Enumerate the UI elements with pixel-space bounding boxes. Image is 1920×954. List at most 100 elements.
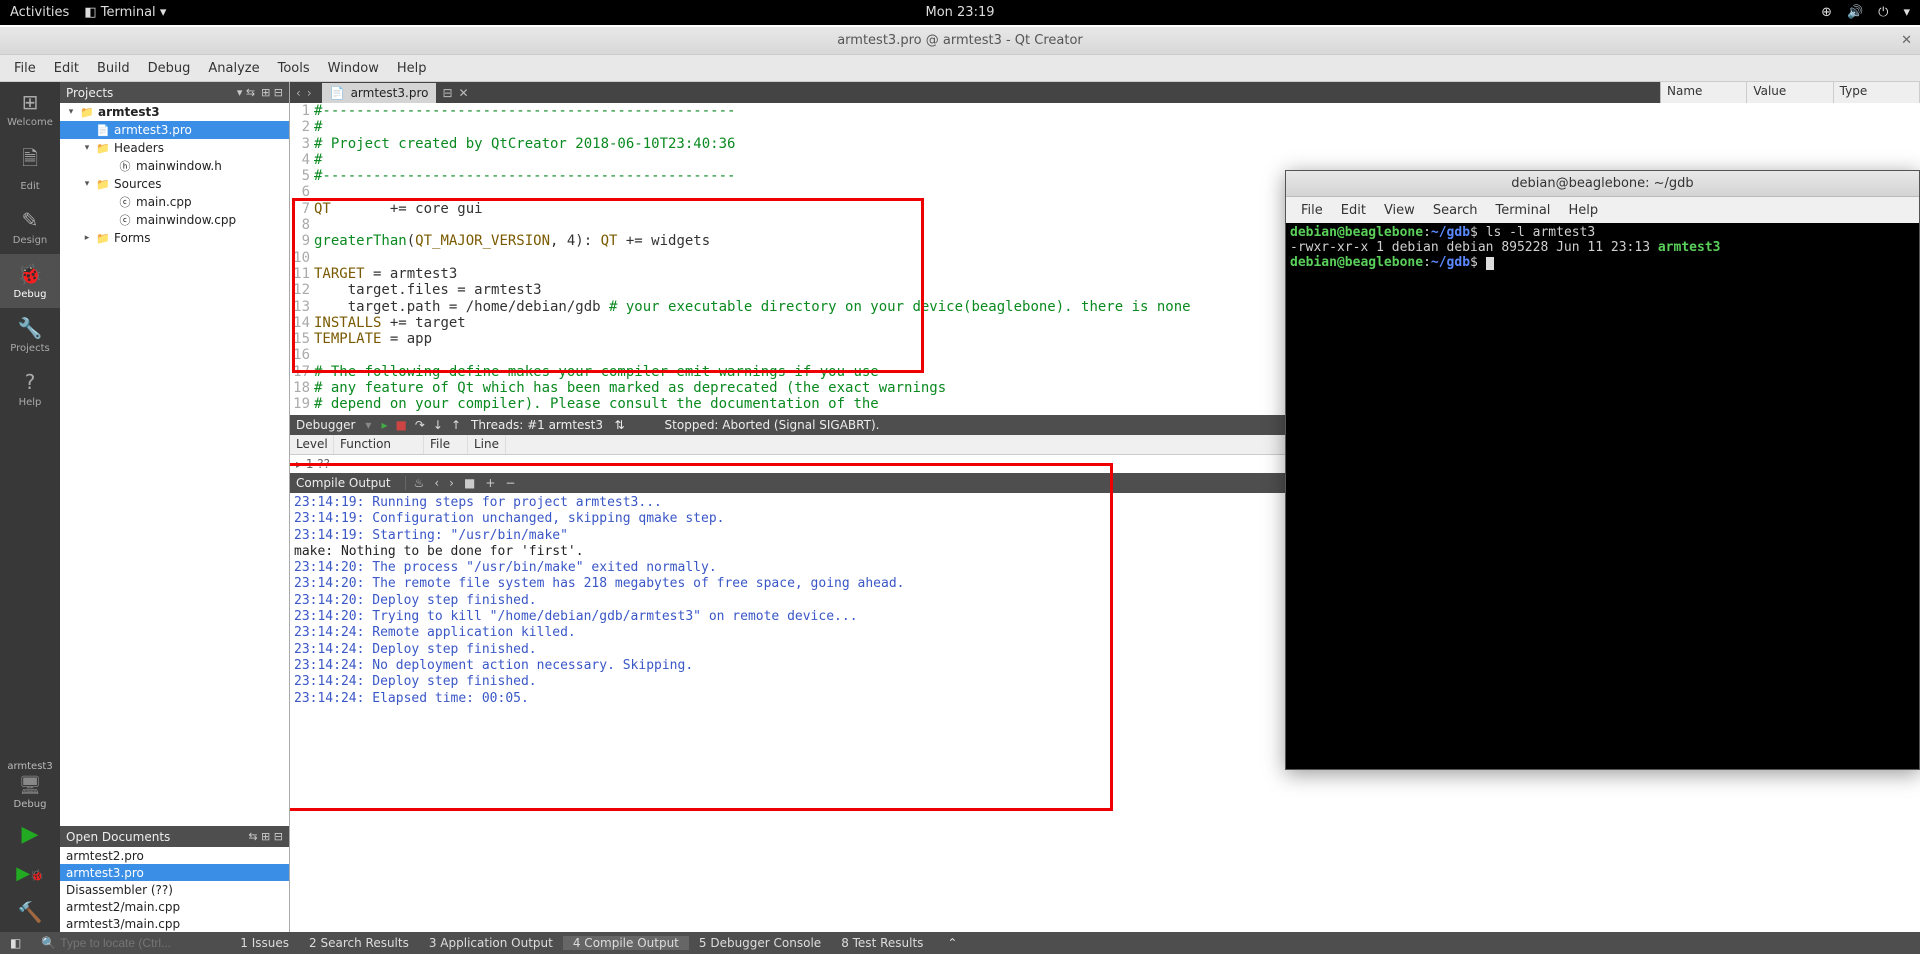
sync-icon[interactable]: ⊞ ⊟ [261, 86, 283, 99]
debug-run-button[interactable]: ▶🐞 [0, 855, 60, 892]
mode-welcome[interactable]: ⊞Welcome [0, 82, 60, 136]
locals-col: Type [1834, 82, 1920, 103]
terminal-window: debian@beaglebone: ~/gdb FileEditViewSea… [1285, 170, 1920, 770]
stack-col: Level [290, 435, 334, 454]
output-tab[interactable]: 1 Issues [230, 936, 299, 950]
mode-edit[interactable]: 🗎Edit [0, 136, 60, 200]
nav-back-icon[interactable]: ‹ [296, 86, 301, 100]
bottom-status-bar: ◧ 🔍 1 Issues2 Search Results3 Applicatio… [0, 932, 1920, 954]
mode-design[interactable]: ✎Design [0, 200, 60, 254]
terminal-titlebar: debian@beaglebone: ~/gdb [1286, 171, 1919, 197]
stack-col: File [424, 435, 468, 454]
menu-tools[interactable]: Tools [269, 61, 319, 76]
close-document-icon[interactable]: ✕ [459, 86, 469, 100]
output-chevron-icon[interactable]: ⌃ [937, 936, 967, 950]
menubar: FileEditBuildDebugAnalyzeToolsWindowHelp [0, 55, 1920, 82]
menu-window[interactable]: Window [319, 61, 388, 76]
project-tree[interactable]: ▾📁armtest3📄armtest3.pro▾📁Headersⓗmainwin… [60, 103, 289, 247]
menu-help[interactable]: Help [388, 61, 436, 76]
locate-input[interactable] [60, 936, 220, 950]
term-menu-edit[interactable]: Edit [1332, 203, 1375, 218]
thread-selector[interactable]: Threads: #1 armtest3 ⇅ [471, 418, 625, 432]
opendoc-item[interactable]: armtest3.pro [60, 864, 289, 881]
locate-input-wrap[interactable]: 🔍 [31, 936, 230, 950]
opendoc-item[interactable]: armtest2/main.cpp [60, 898, 289, 915]
build-button[interactable]: 🔨 [0, 892, 60, 932]
mode-projects[interactable]: 🔧Projects [0, 308, 60, 362]
tree-item[interactable]: ▸📁Forms [60, 229, 289, 247]
nav-fwd-icon[interactable]: › [307, 86, 312, 100]
stop-build-icon[interactable]: ■ [464, 476, 475, 490]
dbg-continue-icon[interactable]: ▸ [381, 418, 387, 432]
term-menu-view[interactable]: View [1375, 203, 1424, 218]
run-button[interactable]: ▶ [0, 814, 60, 855]
menu-edit[interactable]: Edit [45, 61, 88, 76]
sidebar-toggle-icon[interactable]: ◧ [0, 936, 31, 950]
kit-selector[interactable]: armtest3 🖥 Debug [0, 757, 60, 814]
prev-icon[interactable]: ‹ [434, 476, 439, 490]
output-tab[interactable]: 5 Debugger Console [689, 936, 831, 950]
locals-col: Value [1747, 82, 1833, 103]
debugger-status: Stopped: Aborted (Signal SIGABRT). [665, 418, 880, 432]
zoom-out-icon[interactable]: − [505, 476, 515, 490]
dbg-stop-icon[interactable]: ■ [395, 418, 406, 432]
tree-item[interactable]: ▾📁Sources [60, 175, 289, 193]
output-tab[interactable]: 4 Compile Output [563, 936, 689, 950]
split-icon[interactable]: ⊟ [442, 86, 452, 100]
debugger-label: Debugger [296, 418, 355, 432]
menu-file[interactable]: File [5, 61, 45, 76]
zoom-in-icon[interactable]: + [485, 476, 495, 490]
activities-button[interactable]: Activities [10, 5, 69, 20]
network-icon[interactable]: ⊕ [1821, 5, 1832, 20]
output-tab[interactable]: 8 Test Results [831, 936, 933, 950]
mode-debug[interactable]: 🐞Debug [0, 254, 60, 308]
locals-header: NameValueType [1660, 82, 1920, 103]
dbg-step-out-icon[interactable]: ↑ [451, 418, 461, 432]
terminal-body[interactable]: debian@beaglebone:~/gdb$ ls -l armtest3 … [1286, 223, 1919, 272]
opendoc-item[interactable]: armtest2.pro [60, 847, 289, 864]
system-menu-chevron-icon[interactable]: ▾ [1903, 5, 1910, 20]
editor-tab-label: armtest3.pro [351, 86, 429, 100]
dbg-step-into-icon[interactable]: ↓ [433, 418, 443, 432]
term-menu-help[interactable]: Help [1559, 203, 1607, 218]
tree-item[interactable]: ▾📁armtest3 [60, 103, 289, 121]
menu-analyze[interactable]: Analyze [199, 61, 268, 76]
left-sidebar: Projects ▾ ⇆ ⊞ ⊟ ▾📁armtest3📄armtest3.pro… [60, 82, 290, 932]
current-app[interactable]: ◧ Terminal ▾ [84, 5, 166, 20]
tree-item[interactable]: ▾📁Headers [60, 139, 289, 157]
power-icon[interactable]: ⏻ [1878, 5, 1888, 20]
menu-debug[interactable]: Debug [139, 61, 200, 76]
menu-build[interactable]: Build [88, 61, 139, 76]
output-tab[interactable]: 3 Application Output [419, 936, 563, 950]
next-icon[interactable]: › [449, 476, 454, 490]
window-title: armtest3.pro @ armtest3 - Qt Creator [837, 33, 1083, 48]
output-tab[interactable]: 2 Search Results [299, 936, 419, 950]
mode-bar: ⊞Welcome🗎Edit✎Design🐞Debug🔧Projects?Help… [0, 82, 60, 932]
term-menu-search[interactable]: Search [1424, 203, 1487, 218]
dbg-step-over-icon[interactable]: ↷ [415, 418, 425, 432]
window-close-icon[interactable]: ✕ [1901, 33, 1912, 48]
gnome-top-bar: Activities ◧ Terminal ▾ Mon 23:19 ⊕ 🔊 ⏻ … [0, 0, 1920, 25]
tree-item[interactable]: ⓗmainwindow.h [60, 157, 289, 175]
filter-icon[interactable]: ▾ ⇆ [237, 86, 255, 99]
window-titlebar: armtest3.pro @ armtest3 - Qt Creator ✕ [0, 27, 1920, 55]
open-documents-list[interactable]: armtest2.proarmtest3.proDisassembler (??… [60, 847, 289, 932]
mode-help[interactable]: ?Help [0, 362, 60, 416]
opendocs-tools-icon[interactable]: ⇆ ⊞ ⊟ [248, 830, 283, 843]
tree-item[interactable]: ⓒmain.cpp [60, 193, 289, 211]
monitor-icon: 🖥 [19, 775, 42, 796]
locals-col: Name [1661, 82, 1747, 103]
opendocs-header: Open Documents ⇆ ⊞ ⊟ [60, 826, 289, 847]
editor-tab[interactable]: 📄 armtest3.pro [322, 83, 437, 103]
filter-output-icon[interactable]: ♨ [414, 476, 425, 490]
terminal-cursor [1486, 257, 1494, 270]
clock[interactable]: Mon 23:19 [925, 5, 994, 20]
term-menu-file[interactable]: File [1292, 203, 1332, 218]
opendoc-item[interactable]: armtest3/main.cpp [60, 915, 289, 932]
tree-item[interactable]: ⓒmainwindow.cpp [60, 211, 289, 229]
tree-item[interactable]: 📄armtest3.pro [60, 121, 289, 139]
file-icon: 📄 [330, 86, 345, 100]
volume-icon[interactable]: 🔊 [1847, 5, 1863, 20]
term-menu-terminal[interactable]: Terminal [1486, 203, 1559, 218]
opendoc-item[interactable]: Disassembler (??) [60, 881, 289, 898]
